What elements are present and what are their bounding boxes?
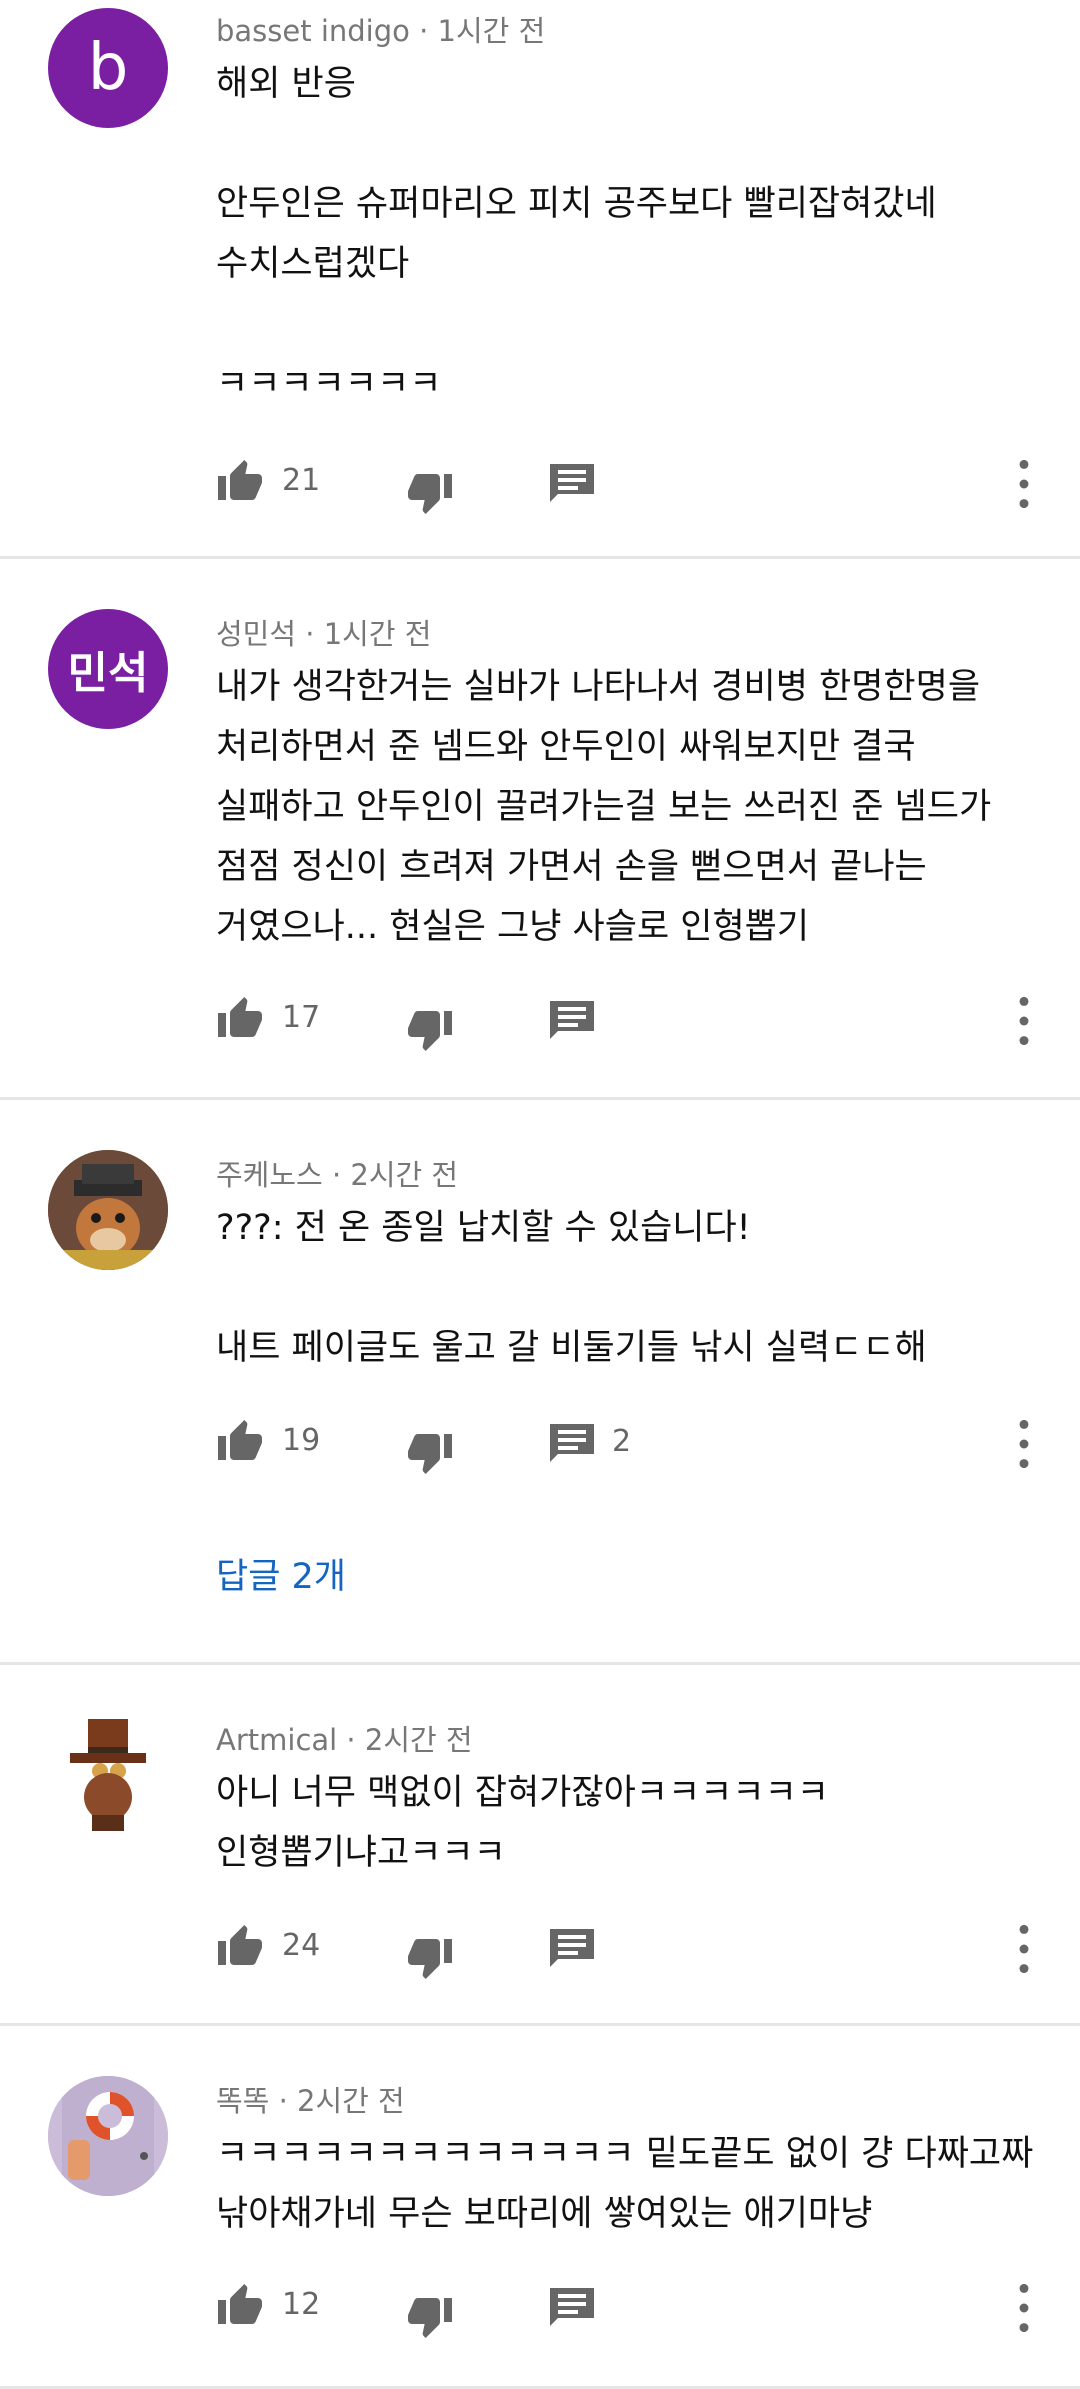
comment-text: ???: 전 온 종일 납치할 수 있습니다! 내트 페이글도 울고 갈 비둘기… <box>216 1208 927 1368</box>
more-options-button[interactable] <box>1012 2280 1036 2336</box>
thumb-down-icon <box>406 458 454 516</box>
more-options-button[interactable] <box>1012 1921 1036 1977</box>
lifebuoy-door-avatar-icon <box>48 2076 168 2196</box>
top-hat-character-avatar-icon <box>48 1715 168 1835</box>
comment-text: 아니 너무 맥없이 잡혀가잖아ㅋㅋㅋㅋㅋㅋ 인형뽑기냐고ㅋㅋㅋ <box>216 1773 829 1873</box>
comment-actions: 17 <box>216 995 1080 1051</box>
like-count: 19 <box>282 1422 321 1458</box>
reply-button[interactable] <box>550 2282 612 2328</box>
comment-text: 해외 반응 안두인은 슈퍼마리오 피치 공주보다 빨리잡혀갔네 수치스럽겠다 ㅋ… <box>216 64 937 404</box>
avatar[interactable] <box>48 2076 168 2196</box>
comment-actions: 21 <box>216 458 1080 514</box>
dislike-button[interactable] <box>406 1923 454 1981</box>
like-button[interactable]: 17 <box>216 995 320 1039</box>
comment-icon <box>550 458 594 504</box>
fox-character-avatar-icon <box>48 1150 168 1270</box>
comment-actions: 19 2 <box>216 1418 1080 1474</box>
like-count: 17 <box>282 999 321 1035</box>
dislike-button[interactable] <box>406 995 454 1053</box>
reply-count: 2 <box>612 1423 632 1459</box>
comment-time: 2시간 전 <box>350 1158 459 1192</box>
comment-item: 민석 성민석 · 1시간 전 내가 생각한거는 실바가 나타나서 경비병 한명한… <box>0 559 1080 1100</box>
avatar[interactable]: b <box>48 8 168 128</box>
avatar[interactable] <box>48 1150 168 1270</box>
view-replies-link[interactable]: 답글 2개 <box>216 1548 346 1599</box>
more-vert-icon <box>1012 2280 1036 2336</box>
more-vert-icon <box>1012 1416 1036 1472</box>
comment-meta: basset indigo · 1시간 전 <box>216 14 546 48</box>
comment-text: ㅋㅋㅋㅋㅋㅋㅋㅋㅋㅋㅋㅋㅋ 밑도끝도 없이 걍 다짜고짜 낚아채가네 무슨 보따… <box>216 2134 1034 2234</box>
reply-button[interactable] <box>550 1923 612 1969</box>
comment-time: 1시간 전 <box>323 617 432 651</box>
dislike-button[interactable] <box>406 2282 454 2340</box>
thumb-up-icon <box>216 1418 264 1462</box>
avatar[interactable]: 민석 <box>48 609 168 729</box>
more-options-button[interactable] <box>1012 456 1036 512</box>
comment-icon <box>550 1923 594 1969</box>
comment-icon <box>550 2282 594 2328</box>
comment-item: b basset indigo · 1시간 전 해외 반응 안두인은 슈퍼마리오… <box>0 0 1080 559</box>
like-button[interactable]: 19 <box>216 1418 320 1462</box>
comment-text: 내가 생각한거는 실바가 나타나서 경비병 한명한명을 처리하면서 준 넴드와 … <box>216 667 992 947</box>
thumb-up-icon <box>216 458 264 502</box>
like-count: 24 <box>282 1927 321 1963</box>
reply-button[interactable] <box>550 458 612 504</box>
comment-author[interactable]: 성민석 <box>216 617 296 651</box>
thumb-down-icon <box>406 2282 454 2340</box>
comment-meta: 똑똑 · 2시간 전 <box>216 2084 405 2118</box>
reply-button[interactable] <box>550 995 612 1041</box>
more-options-button[interactable] <box>1012 1416 1036 1472</box>
comment-meta: 주케노스 · 2시간 전 <box>216 1158 459 1192</box>
comment-time: 2시간 전 <box>364 1723 473 1757</box>
comment-item: 똑똑 · 2시간 전 ㅋㅋㅋㅋㅋㅋㅋㅋㅋㅋㅋㅋㅋ 밑도끝도 없이 걍 다짜고짜 … <box>0 2026 1080 2389</box>
comment-actions: 24 <box>216 1923 1080 1979</box>
avatar-initial: 민석 <box>67 648 149 699</box>
more-vert-icon <box>1012 993 1036 1049</box>
comment-author[interactable]: basset indigo <box>216 14 410 48</box>
comment-icon <box>550 995 594 1041</box>
like-button[interactable]: 21 <box>216 458 320 502</box>
comment-meta: 성민석 · 1시간 전 <box>216 617 432 651</box>
thumb-down-icon <box>406 995 454 1053</box>
avatar[interactable] <box>48 1715 168 1835</box>
comment-item: 주케노스 · 2시간 전 ???: 전 온 종일 납치할 수 있습니다! 내트 … <box>0 1100 1080 1665</box>
comment-item: Artmical · 2시간 전 아니 너무 맥없이 잡혀가잖아ㅋㅋㅋㅋㅋㅋ 인… <box>0 1665 1080 2026</box>
thumb-down-icon <box>406 1923 454 1981</box>
thumb-down-icon <box>406 1418 454 1476</box>
more-vert-icon <box>1012 1921 1036 1977</box>
like-button[interactable]: 24 <box>216 1923 320 1967</box>
more-vert-icon <box>1012 456 1036 512</box>
reply-button[interactable]: 2 <box>550 1418 631 1464</box>
dislike-button[interactable] <box>406 1418 454 1476</box>
comment-author[interactable]: 똑똑 <box>216 2084 269 2118</box>
like-count: 12 <box>282 2286 321 2322</box>
comment-author[interactable]: Artmical <box>216 1723 337 1757</box>
comment-author[interactable]: 주케노스 <box>216 1158 323 1192</box>
comment-time: 2시간 전 <box>297 2084 405 2118</box>
comment-actions: 12 <box>216 2282 1080 2338</box>
like-count: 21 <box>282 462 321 498</box>
thumb-up-icon <box>216 2282 264 2326</box>
more-options-button[interactable] <box>1012 993 1036 1049</box>
thumb-up-icon <box>216 995 264 1039</box>
comment-meta: Artmical · 2시간 전 <box>216 1723 473 1757</box>
dislike-button[interactable] <box>406 458 454 516</box>
comment-time: 1시간 전 <box>437 14 546 48</box>
comment-icon <box>550 1418 594 1464</box>
avatar-initial: b <box>87 31 129 105</box>
like-button[interactable]: 12 <box>216 2282 320 2326</box>
thumb-up-icon <box>216 1923 264 1967</box>
